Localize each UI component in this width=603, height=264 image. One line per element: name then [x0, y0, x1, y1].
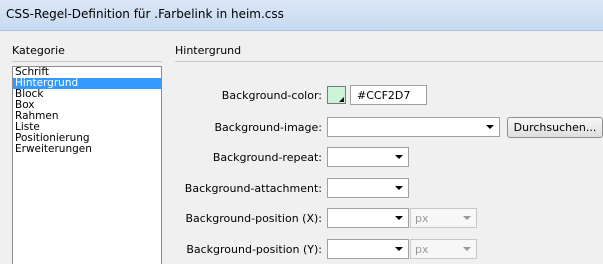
- bg-image-label: Background-image:: [214, 121, 322, 134]
- chevron-down-icon: [463, 216, 471, 220]
- bg-repeat-row: Background-repeat:: [0, 147, 603, 169]
- title-bar: CSS-Regel-Definition für .Farbelink in h…: [0, 0, 603, 31]
- bg-pos-y-unit: px: [415, 243, 429, 256]
- dialog-body: Kategorie Hintergrund Schrift Hintergrun…: [0, 31, 603, 264]
- bg-pos-x-row: Background-position (X): px: [0, 208, 603, 230]
- chevron-down-icon: [395, 247, 403, 251]
- bg-pos-x-select[interactable]: [327, 208, 409, 228]
- bg-pos-x-label: Background-position (X):: [185, 212, 323, 225]
- chevron-down-icon: [463, 247, 471, 251]
- section-header: Hintergrund: [175, 44, 242, 57]
- browse-button[interactable]: Durchsuchen...: [507, 117, 603, 138]
- bg-pos-y-label: Background-position (Y):: [186, 243, 322, 256]
- bg-attachment-select[interactable]: [327, 178, 409, 198]
- bg-color-row: Background-color: #CCF2D7: [0, 85, 603, 107]
- bg-pos-y-select[interactable]: [327, 239, 409, 259]
- color-picker-swatch[interactable]: [327, 86, 346, 104]
- bg-pos-x-unit-select[interactable]: px: [410, 208, 477, 228]
- category-divider: [12, 61, 162, 62]
- chevron-down-icon: [395, 216, 403, 220]
- bg-pos-x-unit: px: [415, 212, 429, 225]
- bg-color-input[interactable]: #CCF2D7: [350, 85, 427, 105]
- dropdown-corner-icon: [339, 97, 344, 102]
- chevron-down-icon: [395, 186, 403, 190]
- section-divider: [175, 61, 603, 62]
- chevron-down-icon: [395, 155, 403, 159]
- bg-image-row: Background-image: Durchsuchen...: [0, 117, 603, 139]
- chevron-down-icon: [486, 125, 494, 129]
- bg-color-label: Background-color:: [221, 89, 322, 102]
- window-title: CSS-Regel-Definition für .Farbelink in h…: [6, 7, 284, 21]
- bg-image-select[interactable]: [327, 117, 500, 137]
- bg-repeat-select[interactable]: [327, 147, 409, 167]
- bg-attachment-label: Background-attachment:: [184, 182, 322, 195]
- category-header: Kategorie: [12, 44, 65, 57]
- bg-attachment-row: Background-attachment:: [0, 178, 603, 200]
- bg-pos-y-row: Background-position (Y): px: [0, 239, 603, 261]
- bg-repeat-label: Background-repeat:: [212, 151, 322, 164]
- bg-pos-y-unit-select[interactable]: px: [410, 239, 477, 259]
